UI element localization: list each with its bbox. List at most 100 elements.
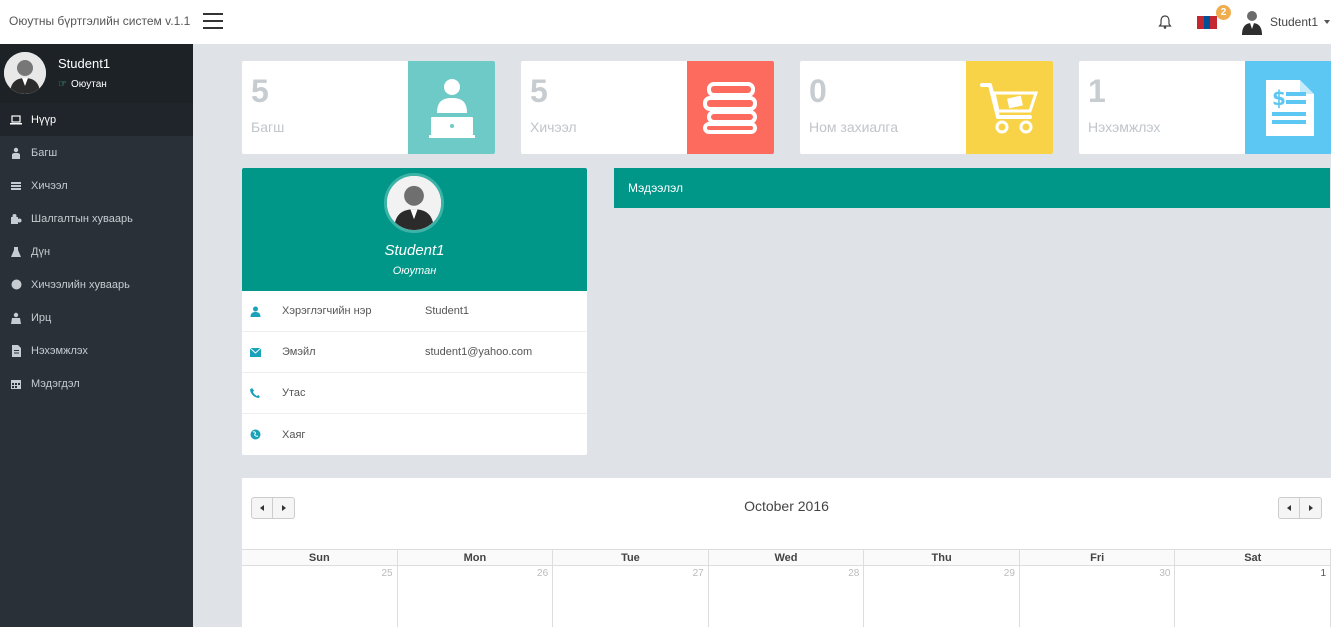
menu-toggle-icon[interactable] bbox=[203, 13, 223, 29]
calendar-next-button-right[interactable] bbox=[1300, 497, 1322, 519]
chevron-left-icon bbox=[1287, 505, 1291, 511]
stat-card-4[interactable]: 1 Нэхэмжлэх $ bbox=[1079, 61, 1331, 154]
sidebar-item-6[interactable]: Хичээлийн хуваарь bbox=[0, 268, 193, 301]
info-panel-title: Мэдээлэл bbox=[628, 181, 683, 195]
stat-card-1[interactable]: 5 Багш bbox=[242, 61, 495, 154]
attendance-icon bbox=[9, 312, 23, 324]
bell-icon[interactable] bbox=[1158, 14, 1172, 30]
stat-label: Багш bbox=[251, 119, 285, 135]
mongolian-flag-icon bbox=[1197, 16, 1218, 29]
sidebar-item-2[interactable]: Багш bbox=[0, 136, 193, 169]
profile-role: Оюутан bbox=[392, 265, 437, 277]
stat-label: Хичээл bbox=[530, 119, 577, 135]
app-title: Оюутны бүртгэлийн систем v.1.1 bbox=[9, 14, 191, 28]
teacher-icon bbox=[9, 147, 23, 159]
info-panel-header: Мэдээлэл bbox=[614, 168, 1330, 208]
sidebar-item-1[interactable]: Нүүр bbox=[0, 103, 193, 136]
profile-field-label: Утас bbox=[282, 387, 306, 399]
flask-icon bbox=[9, 246, 23, 258]
stat-value: 1 bbox=[1088, 73, 1106, 109]
sidebar-profile: Student1 ☞ Оюутан bbox=[0, 44, 193, 103]
sidebar-item-8[interactable]: Нэхэмжлэх bbox=[0, 334, 193, 367]
calendar-day-cell[interactable]: 30 bbox=[1020, 566, 1176, 627]
weekday-label: Sat bbox=[1175, 550, 1331, 565]
sidebar-item-label: Хичээл bbox=[31, 179, 68, 192]
calendar-day-cell[interactable]: 29 bbox=[864, 566, 1020, 627]
stat-label: Нэхэмжлэх bbox=[1088, 119, 1161, 135]
profile-field-value: student1@yahoo.com bbox=[425, 346, 533, 358]
language-selector[interactable]: 2 bbox=[1197, 5, 1231, 34]
invoice-icon: $ bbox=[1245, 61, 1331, 154]
top-bar: Оюутны бүртгэлийн систем v.1.1 2 Student… bbox=[0, 0, 1331, 44]
calendar-title: October 2016 bbox=[744, 498, 829, 514]
envelope-icon bbox=[249, 346, 261, 358]
sidebar-item-label: Шалгалтын хуваарь bbox=[31, 212, 133, 225]
sidebar-item-label: Дүн bbox=[31, 245, 51, 258]
sidebar-item-label: Мэдэгдэл bbox=[31, 377, 80, 390]
calendar-day-cell[interactable]: 27 bbox=[553, 566, 709, 627]
profile-field-row: Хэрэглэгчийн нэр Student1 bbox=[242, 291, 587, 332]
profile-card: Student1 Оюутан Хэрэглэгчийн нэр Student1… bbox=[242, 168, 587, 455]
sidebar: Student1 ☞ Оюутан Нүүр Багш Хичээл Шалгалты… bbox=[0, 44, 193, 627]
weekday-label: Tue bbox=[553, 550, 709, 565]
calendar-weekday-header: Sun Mon Tue Wed Thu Fri Sat bbox=[242, 549, 1331, 566]
stat-value: 5 bbox=[530, 73, 548, 109]
sidebar-item-3[interactable]: Хичээл bbox=[0, 169, 193, 202]
book-icon bbox=[9, 180, 23, 192]
profile-field-row: Эмэйл student1@yahoo.com bbox=[242, 332, 587, 373]
weekday-label: Mon bbox=[398, 550, 554, 565]
sidebar-item-label: Ирц bbox=[31, 311, 52, 324]
stat-value: 0 bbox=[809, 73, 827, 109]
user-avatar-icon bbox=[1242, 11, 1262, 35]
sidebar-user-name: Student1 bbox=[58, 56, 111, 71]
calendar-day-cell[interactable]: 28 bbox=[709, 566, 865, 627]
calendar-week-row: 25 26 27 28 29 30 1 bbox=[242, 566, 1331, 627]
globe-icon bbox=[249, 429, 261, 441]
language-badge: 2 bbox=[1216, 5, 1231, 20]
svg-text:$: $ bbox=[1272, 86, 1286, 110]
circle-icon bbox=[9, 279, 23, 291]
profile-avatar bbox=[384, 173, 444, 233]
sidebar-item-5[interactable]: Дүн bbox=[0, 235, 193, 268]
profile-card-header: Student1 Оюутан bbox=[242, 168, 587, 291]
calendar-day-cell[interactable]: 26 bbox=[398, 566, 554, 627]
stat-value: 5 bbox=[251, 73, 269, 109]
stat-card-2[interactable]: 5 Хичээл bbox=[521, 61, 774, 154]
sidebar-item-7[interactable]: Ирц bbox=[0, 301, 193, 334]
chevron-right-icon bbox=[1308, 505, 1313, 511]
user-name: Student1 bbox=[1270, 15, 1319, 29]
calendar: October 2016 Sun Mon Tue Wed Thu Fri Sat 25 26 2… bbox=[242, 478, 1331, 627]
document-icon bbox=[9, 344, 23, 357]
weekday-label: Fri bbox=[1020, 550, 1176, 565]
sidebar-item-label: Нүүр bbox=[31, 113, 57, 126]
user-menu[interactable]: Student1 bbox=[1241, 8, 1331, 36]
calendar-day-cell[interactable]: 1 bbox=[1175, 566, 1331, 627]
caret-down-icon bbox=[1324, 20, 1331, 24]
cart-icon bbox=[966, 61, 1053, 154]
sidebar-user-role: ☞ Оюутан bbox=[58, 79, 107, 90]
hand-pointer-icon: ☞ bbox=[58, 79, 67, 90]
profile-field-label: Хаяг bbox=[282, 428, 306, 441]
stat-label: Ном захиалга bbox=[809, 119, 898, 135]
sidebar-item-label: Нэхэмжлэх bbox=[31, 344, 88, 357]
sidebar-item-9[interactable]: Мэдэгдэл bbox=[0, 367, 193, 400]
calendar-icon bbox=[9, 378, 23, 390]
avatar bbox=[4, 52, 46, 94]
calendar-prev-button-right[interactable] bbox=[1278, 497, 1300, 519]
weekday-label: Sun bbox=[242, 550, 398, 565]
stat-card-3[interactable]: 0 Ном захиалга bbox=[800, 61, 1053, 154]
weekday-label: Wed bbox=[709, 550, 865, 565]
phone-icon bbox=[249, 387, 261, 399]
weekday-label: Thu bbox=[864, 550, 1020, 565]
sidebar-user-role-label: Оюутан bbox=[70, 79, 107, 90]
puzzle-icon bbox=[9, 213, 23, 225]
calendar-day-cell[interactable]: 25 bbox=[242, 566, 398, 627]
profile-field-label: Эмэйл bbox=[282, 346, 316, 358]
calendar-prev-next-right bbox=[1278, 497, 1322, 519]
profile-field-row: Хаяг bbox=[242, 414, 587, 455]
sidebar-item-label: Хичээлийн хуваарь bbox=[31, 278, 130, 291]
sidebar-item-4[interactable]: Шалгалтын хуваарь bbox=[0, 202, 193, 235]
profile-field-label: Хэрэглэгчийн нэр bbox=[282, 305, 372, 317]
profile-field-value: Student1 bbox=[425, 305, 470, 317]
teacher-icon bbox=[408, 61, 495, 154]
